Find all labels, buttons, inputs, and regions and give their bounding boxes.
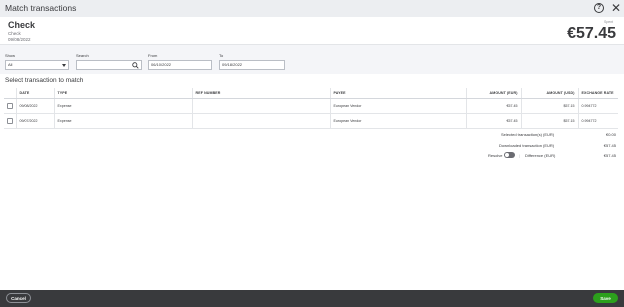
column-header-amount-usd[interactable]: AMOUNT (USD): [521, 88, 579, 99]
transaction-date: 09/08/2022: [8, 37, 31, 42]
from-date-input[interactable]: 06/10/2022: [148, 60, 212, 70]
dialog-footer: Cancel Save: [0, 290, 624, 307]
dialog-titlebar: Match transactions ? ✕: [0, 0, 624, 17]
toggle-knob: [505, 153, 509, 157]
cell-ref-number: [192, 113, 331, 129]
selected-total-label: Selected transaction(s) (EUR): [501, 132, 555, 137]
row-checkbox[interactable]: [7, 102, 13, 109]
column-header-payee[interactable]: PAYEE: [330, 88, 467, 99]
selected-total-value: €0.00: [605, 132, 616, 137]
show-value: All: [8, 62, 13, 67]
column-header-date[interactable]: DATE: [16, 88, 55, 99]
cell-date: 09/07/2022: [16, 113, 55, 129]
downloaded-total-value: €57.45: [603, 143, 616, 148]
from-label: From: [148, 53, 158, 58]
column-header-amount-eur[interactable]: AMOUNT (EUR): [466, 88, 522, 99]
close-icon[interactable]: ✕: [611, 1, 621, 15]
cell-type: Expense: [54, 98, 193, 114]
to-date-value: 09/18/2022: [222, 62, 243, 67]
cell-date: 09/08/2022: [16, 98, 55, 114]
from-date-value: 06/10/2022: [151, 62, 172, 67]
cancel-button[interactable]: Cancel: [6, 293, 31, 303]
cell-amount-usd: $57.15: [521, 98, 579, 114]
search-input[interactable]: [76, 60, 142, 70]
filter-bar: Show All Search From 06/10/2022 To 09/18…: [0, 44, 624, 74]
cell-amount-eur: €57.45: [466, 98, 522, 114]
transactions-table: DATE TYPE REF NUMBER PAYEE AMOUNT (EUR) …: [4, 88, 618, 129]
table-row[interactable]: 09/07/2022 Expense European Vendor €57.4…: [4, 113, 618, 129]
column-header-type[interactable]: TYPE: [54, 88, 193, 99]
help-icon[interactable]: ?: [594, 3, 604, 13]
cell-exchange-rate: 0.994772: [578, 98, 618, 114]
table-row[interactable]: 09/08/2022 Expense European Vendor €57.4…: [4, 98, 618, 114]
chevron-down-icon: [62, 64, 66, 67]
transaction-subtitle: Check: [8, 31, 21, 36]
cell-ref-number: [192, 98, 331, 114]
table-header-row: DATE TYPE REF NUMBER PAYEE AMOUNT (EUR) …: [4, 88, 618, 99]
transaction-amount: €57.45: [567, 25, 616, 42]
show-label: Show: [5, 53, 16, 58]
dialog-title: Match transactions: [5, 3, 77, 13]
to-date-input[interactable]: 09/18/2022: [219, 60, 285, 70]
cell-payee: European Vendor: [330, 98, 467, 114]
search-icon[interactable]: [132, 62, 139, 69]
transaction-header: Check Check 09/08/2022 Spent €57.45: [0, 17, 624, 44]
column-header-ref-number[interactable]: REF NUMBER: [192, 88, 331, 99]
cell-exchange-rate: 0.994772: [578, 113, 618, 129]
separator: |: [519, 153, 521, 158]
show-dropdown[interactable]: All: [5, 60, 69, 70]
downloaded-total-label: Downloaded transaction (EUR): [499, 143, 555, 148]
spent-label: Spent: [604, 20, 614, 24]
save-button[interactable]: Save: [593, 293, 618, 303]
difference-label: Difference (EUR): [525, 153, 556, 158]
section-title: Select transaction to match: [5, 77, 84, 84]
cell-type: Expense: [54, 113, 193, 129]
difference-value: €57.45: [603, 153, 616, 158]
select-header: [4, 88, 17, 99]
transaction-type: Check: [8, 20, 36, 30]
column-header-exchange-rate[interactable]: EXCHANGE RATE: [578, 88, 618, 99]
cell-amount-usd: $57.15: [521, 113, 579, 129]
cell-amount-eur: €57.45: [466, 113, 522, 129]
to-label: To: [219, 53, 224, 58]
search-label: Search: [76, 53, 89, 58]
resolve-label: Resolve: [488, 153, 503, 158]
row-checkbox[interactable]: [7, 117, 13, 124]
cell-payee: European Vendor: [330, 113, 467, 129]
resolve-toggle[interactable]: [504, 152, 515, 158]
